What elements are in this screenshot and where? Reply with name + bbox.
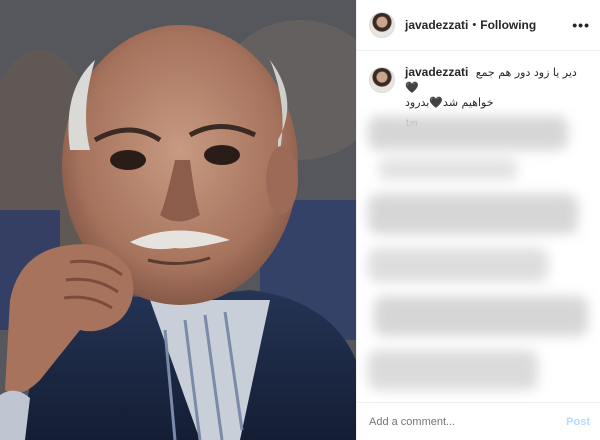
caption-text-line2: خواهیم شد🖤بدرود — [405, 96, 494, 109]
comment-bar: Post — [357, 402, 600, 440]
instagram-post: javadezzati • Following ••• javadezzati … — [0, 0, 600, 440]
caption-body: javadezzati دیر یا زود دور هم جمع🖤 خواهی… — [405, 65, 590, 128]
post-timestamp[interactable]: 1m — [405, 118, 590, 128]
caption-username[interactable]: javadezzati — [405, 65, 468, 79]
post-comment-button[interactable]: Post — [566, 416, 590, 428]
follow-separator: • — [472, 19, 477, 31]
post-caption: javadezzati دیر یا زود دور هم جمع🖤 خواهی… — [357, 51, 600, 128]
following-button[interactable]: Following — [480, 18, 536, 32]
author-avatar[interactable] — [369, 12, 395, 38]
author-username[interactable]: javadezzati — [405, 18, 468, 32]
comment-input[interactable] — [369, 415, 567, 428]
post-photo[interactable] — [0, 0, 356, 440]
more-options-icon[interactable]: ••• — [572, 17, 590, 33]
caption-avatar[interactable] — [369, 67, 395, 93]
caption-first-line: javadezzati دیر یا زود دور هم جمع🖤 — [405, 65, 590, 95]
portrait-photo — [0, 0, 356, 440]
post-side-panel: javadezzati • Following ••• javadezzati … — [356, 0, 600, 440]
post-header: javadezzati • Following ••• — [357, 0, 600, 51]
